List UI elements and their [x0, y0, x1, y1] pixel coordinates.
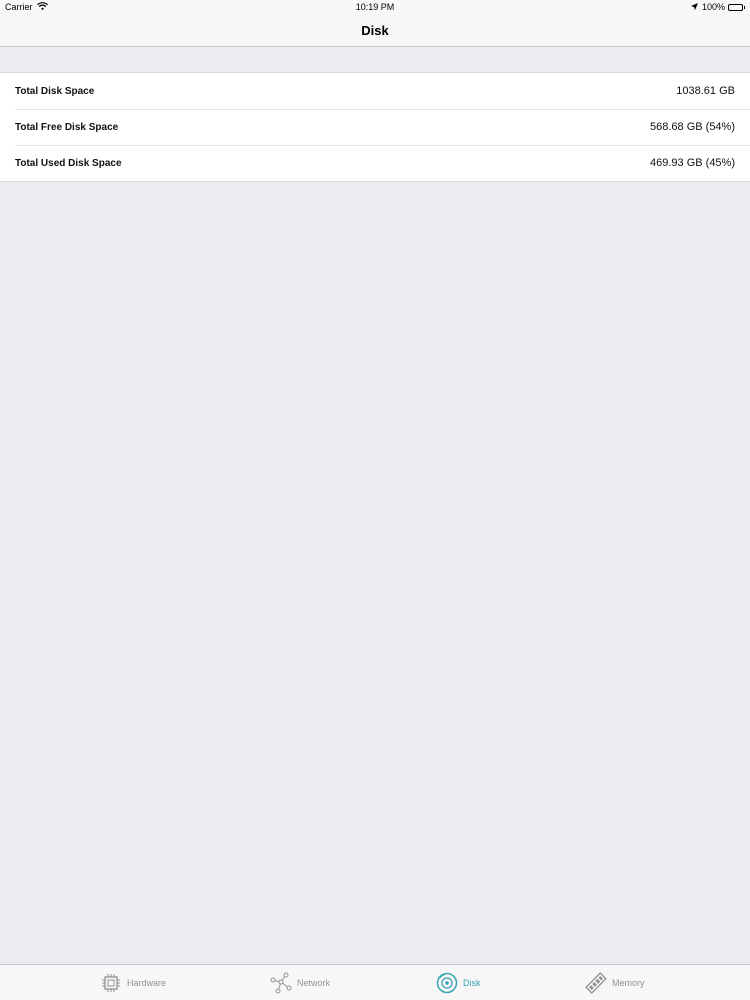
- disk-info-table: Total Disk Space 1038.61 GB Total Free D…: [0, 72, 750, 182]
- table-row: Total Disk Space 1038.61 GB: [0, 73, 750, 109]
- battery-percent: 100%: [701, 2, 725, 12]
- status-time: 10:19 PM: [355, 2, 395, 12]
- tab-label: Hardware: [127, 977, 167, 988]
- row-value: 1038.61 GB: [676, 85, 735, 97]
- disk-icon: [436, 972, 458, 994]
- tab-label: Network: [297, 977, 331, 988]
- tab-disk[interactable]: Disk: [436, 965, 481, 1000]
- tab-bar: Hardware Network Disk Memory: [0, 964, 750, 1000]
- chip-icon: [100, 972, 122, 994]
- network-icon: [270, 972, 292, 994]
- page-title: Disk: [361, 23, 389, 38]
- tab-memory[interactable]: Memory: [585, 965, 645, 1000]
- status-right: 100%: [690, 2, 745, 12]
- battery-icon: [728, 3, 745, 11]
- row-value: 568.68 GB (54%): [650, 121, 735, 133]
- tab-label: Memory: [612, 977, 645, 988]
- row-label: Total Disk Space: [15, 85, 95, 97]
- row-value: 469.93 GB (45%): [650, 157, 735, 169]
- tab-hardware[interactable]: Hardware: [100, 965, 166, 1000]
- table-row: Total Used Disk Space 469.93 GB (45%): [0, 145, 750, 181]
- tab-network[interactable]: Network: [270, 965, 330, 1000]
- navigation-bar: Disk: [0, 16, 750, 47]
- tab-label: Disk: [463, 977, 481, 988]
- status-bar: Carrier 10:19 PM 100%: [0, 0, 750, 16]
- memory-icon: [585, 971, 607, 994]
- row-label: Total Used Disk Space: [15, 157, 122, 169]
- location-arrow-icon: [690, 2, 698, 12]
- table-row: Total Free Disk Space 568.68 GB (54%): [0, 109, 750, 145]
- row-label: Total Free Disk Space: [15, 121, 119, 133]
